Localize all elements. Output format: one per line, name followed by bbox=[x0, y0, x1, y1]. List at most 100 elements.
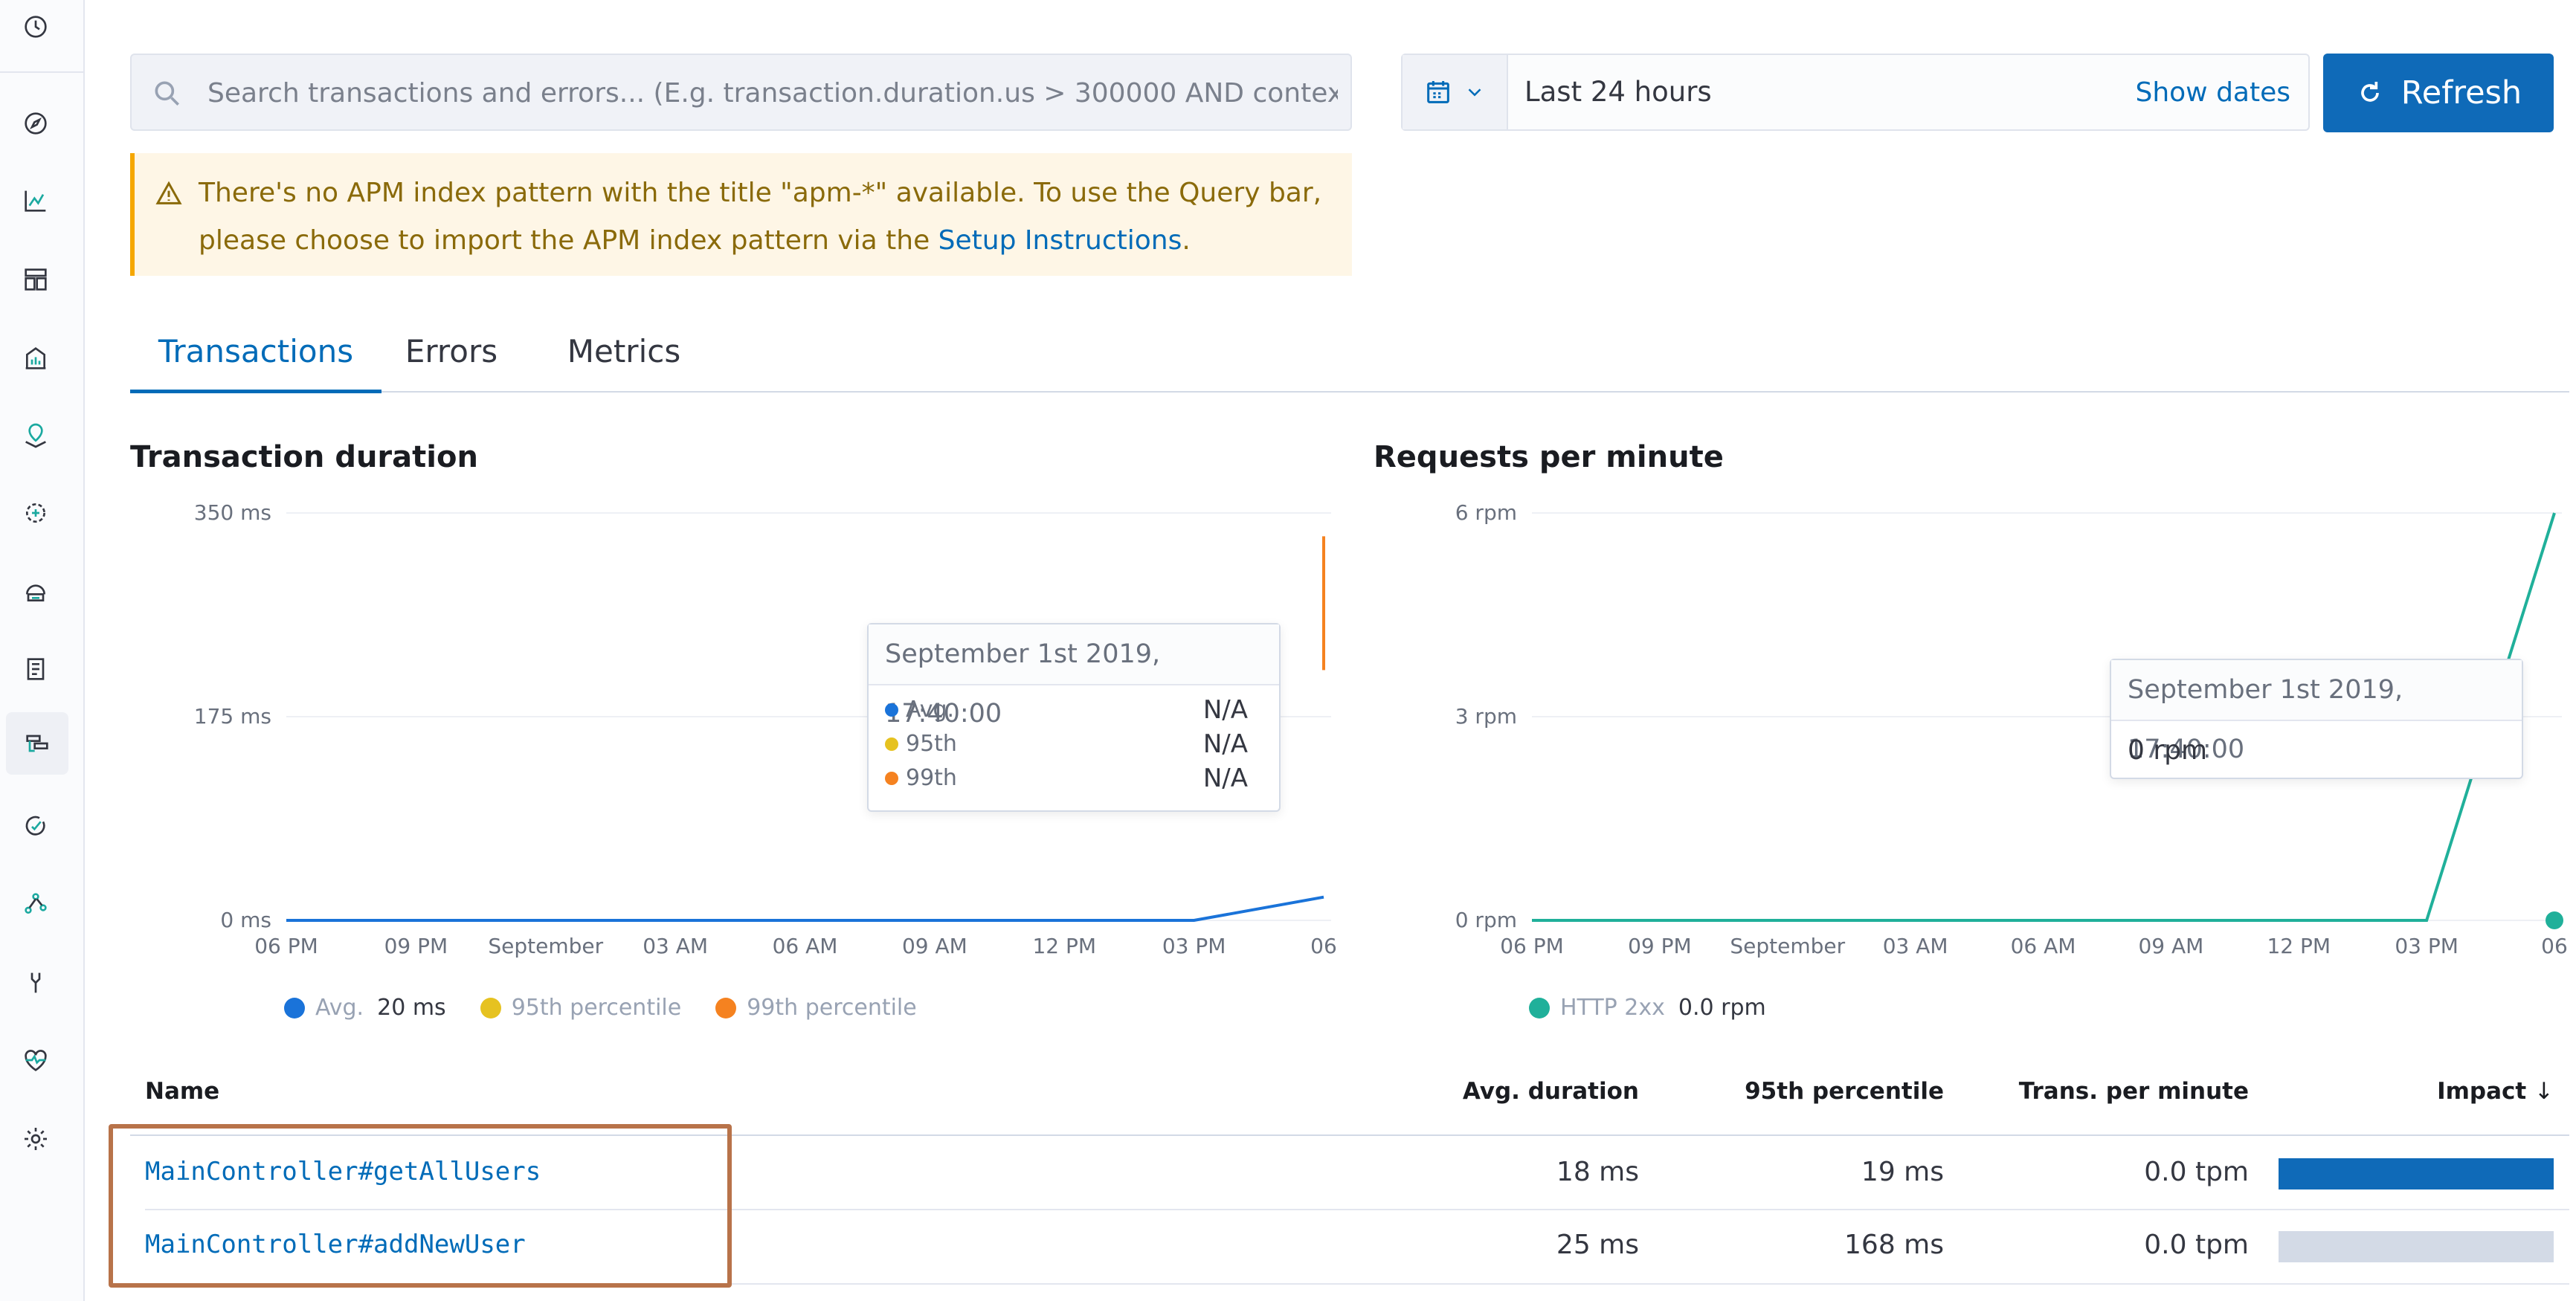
x-tick-label: 03 AM bbox=[1883, 934, 1948, 958]
tooltip-row-avg: Avg. N/A bbox=[869, 693, 1279, 727]
tab-errors[interactable]: Errors bbox=[389, 312, 514, 390]
legend-label: Avg. bbox=[315, 995, 364, 1021]
warning-message: There's no APM index pattern with the ti… bbox=[199, 170, 1336, 265]
warning-text-end: . bbox=[1182, 225, 1191, 256]
x-tick-label: 06 PM bbox=[1500, 934, 1564, 958]
avg-duration-cell: 25 ms bbox=[1556, 1230, 1639, 1260]
x-tick-label: 06 bbox=[2541, 934, 2568, 958]
infrastructure-icon[interactable] bbox=[16, 572, 55, 611]
dashboard-icon[interactable] bbox=[16, 260, 55, 299]
calendar-icon bbox=[1427, 81, 1449, 103]
impact-header-label: Impact bbox=[2437, 1078, 2527, 1105]
ml-icon[interactable] bbox=[16, 494, 55, 532]
y-tick-label: 3 rpm bbox=[1455, 704, 1517, 729]
series-line bbox=[286, 895, 1324, 922]
canvas-icon[interactable] bbox=[16, 339, 55, 378]
series-point bbox=[2546, 911, 2563, 929]
duration-legend: Avg. 20 ms 95th percentile 99th percentil… bbox=[284, 995, 917, 1021]
x-tick-label: 09 AM bbox=[2138, 934, 2203, 958]
p95-cell: 19 ms bbox=[1861, 1157, 1944, 1187]
management-icon[interactable] bbox=[16, 1120, 55, 1158]
legend-item-http2xx[interactable]: HTTP 2xx 0.0 rpm bbox=[1529, 995, 1766, 1021]
search-input[interactable] bbox=[206, 55, 1339, 131]
tab-metrics[interactable]: Metrics bbox=[551, 312, 697, 390]
tpm-cell: 0.0 tpm bbox=[2144, 1230, 2249, 1260]
show-dates-link[interactable]: Show dates bbox=[2135, 77, 2290, 108]
tooltip-value: N/A bbox=[1202, 695, 1248, 725]
x-tick-label: 09 PM bbox=[1628, 934, 1692, 958]
nav-divider bbox=[0, 71, 83, 73]
tooltip-row-95th: 95th N/A bbox=[869, 727, 1279, 761]
graph-icon[interactable] bbox=[16, 885, 55, 923]
rpm-tooltip-header: September 1st 2019, 17:40:00 bbox=[2111, 660, 2522, 764]
transaction-duration-title: Transaction duration bbox=[130, 440, 478, 474]
rpm-tooltip: September 1st 2019, 17:40:00 0 rpm bbox=[2110, 659, 2523, 779]
tpm-cell: 0.0 tpm bbox=[2144, 1157, 2249, 1187]
side-nav bbox=[0, 0, 85, 1301]
x-tick-label: 06 AM bbox=[773, 934, 838, 958]
refresh-button[interactable]: Refresh bbox=[2323, 54, 2554, 132]
x-tick-label: 12 PM bbox=[2267, 934, 2331, 958]
index-pattern-warning: There's no APM index pattern with the ti… bbox=[130, 153, 1352, 276]
x-tick-label: 09 PM bbox=[384, 934, 448, 958]
http2xx-swatch bbox=[1529, 997, 1550, 1018]
annotation-highlight-box bbox=[109, 1124, 732, 1288]
warning-icon bbox=[155, 181, 182, 204]
tab-transactions[interactable]: Transactions bbox=[130, 312, 381, 393]
x-tick-label: 06 PM bbox=[254, 934, 318, 958]
quick-menu-button[interactable] bbox=[1403, 55, 1508, 129]
column-header-tpm[interactable]: Trans. per minute bbox=[1993, 1078, 2249, 1105]
legend-item-99th[interactable]: 99th percentile bbox=[715, 995, 917, 1021]
p99-swatch bbox=[715, 997, 737, 1018]
x-tick-label: 06 AM bbox=[2011, 934, 2076, 958]
y-tick-label: 175 ms bbox=[194, 704, 271, 729]
query-bar bbox=[130, 54, 1352, 131]
p99-dot bbox=[885, 772, 898, 785]
column-header-avg-duration[interactable]: Avg. duration bbox=[1383, 1078, 1639, 1105]
x-tick-label: 06 bbox=[1310, 934, 1337, 958]
legend-item-avg[interactable]: Avg. 20 ms bbox=[284, 995, 446, 1021]
setup-instructions-link[interactable]: Setup Instructions bbox=[938, 225, 1182, 256]
monitoring-icon[interactable] bbox=[16, 1041, 55, 1079]
column-header-impact[interactable]: Impact ↓ bbox=[2365, 1078, 2554, 1105]
x-tick-label: 03 PM bbox=[1162, 934, 1226, 958]
x-tick-label: 03 AM bbox=[643, 934, 708, 958]
legend-item-95th[interactable]: 95th percentile bbox=[480, 995, 681, 1021]
visualize-icon[interactable] bbox=[16, 181, 55, 220]
p95-cell: 168 ms bbox=[1844, 1230, 1944, 1260]
rpm-tooltip-value: 0 rpm bbox=[2128, 735, 2208, 766]
tooltip-row-99th: 99th N/A bbox=[869, 761, 1279, 795]
tooltip-value: N/A bbox=[1202, 729, 1248, 759]
impact-bar bbox=[2279, 1231, 2554, 1262]
x-tick-label: September bbox=[1730, 934, 1845, 958]
logs-icon[interactable] bbox=[16, 650, 55, 688]
uptime-icon[interactable] bbox=[16, 807, 55, 846]
clock-icon[interactable] bbox=[16, 7, 55, 46]
p95-dot bbox=[885, 737, 898, 751]
x-tick-label: September bbox=[488, 934, 603, 958]
maps-icon[interactable] bbox=[16, 416, 55, 455]
impact-bar bbox=[2279, 1158, 2554, 1189]
avg-dot bbox=[885, 703, 898, 717]
column-header-95th[interactable]: 95th percentile bbox=[1703, 1078, 1944, 1105]
rpm-legend: HTTP 2xx 0.0 rpm bbox=[1529, 995, 1766, 1021]
duration-tooltip-header: September 1st 2019, 17:40:00 bbox=[869, 624, 1279, 729]
legend-value: 0.0 rpm bbox=[1678, 995, 1766, 1021]
refresh-icon bbox=[2360, 82, 2379, 102]
avg-duration-cell: 18 ms bbox=[1556, 1157, 1639, 1187]
tooltip-label: 95th bbox=[906, 731, 957, 757]
legend-value: 20 ms bbox=[377, 995, 446, 1021]
legend-label: HTTP 2xx bbox=[1560, 995, 1665, 1021]
dev-tools-icon[interactable] bbox=[16, 963, 55, 1002]
search-icon bbox=[155, 81, 179, 106]
apm-icon[interactable] bbox=[6, 712, 68, 775]
column-header-name[interactable]: Name bbox=[145, 1078, 219, 1105]
refresh-label: Refresh bbox=[2400, 74, 2522, 112]
apm-tabs: Transactions Errors Metrics bbox=[130, 312, 2569, 393]
compass-icon[interactable] bbox=[16, 104, 55, 143]
date-range-label[interactable]: Last 24 hours bbox=[1524, 76, 1712, 108]
y-tick-label: 350 ms bbox=[194, 500, 271, 525]
duration-tooltip: September 1st 2019, 17:40:00 Avg. N/A 95t… bbox=[867, 623, 1281, 812]
avg-swatch bbox=[284, 997, 305, 1018]
date-picker: Last 24 hours Show dates bbox=[1401, 54, 2310, 131]
